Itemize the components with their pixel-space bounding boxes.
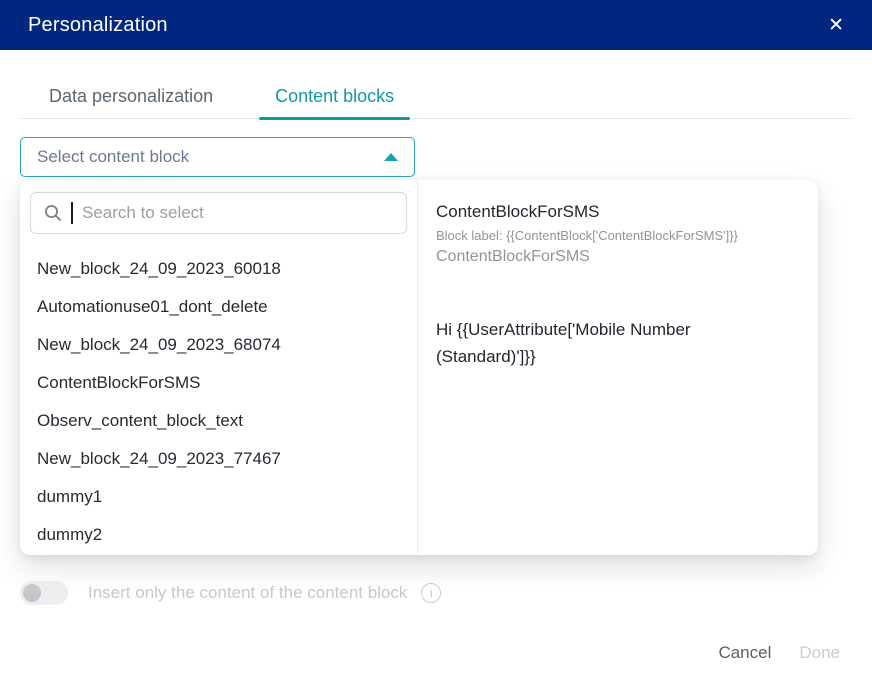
chevron-up-icon <box>384 153 398 161</box>
preview-block-label: Block label: {{ContentBlock['ContentBloc… <box>436 228 738 243</box>
tab-bar: Data personalization Content blocks <box>20 75 852 120</box>
list-item[interactable]: dummy1 <box>20 478 417 516</box>
select-placeholder: Select content block <box>37 147 190 166</box>
close-icon[interactable]: ✕ <box>828 16 844 35</box>
block-list-pane: New_block_24_09_2023_60018 Automationuse… <box>20 180 418 555</box>
list-item[interactable]: New_block_24_09_2023_60018 <box>20 250 417 288</box>
list-item[interactable]: Observ_content_block_text <box>20 402 417 440</box>
tab-content-blocks[interactable]: Content blocks <box>259 75 411 120</box>
modal-header: Personalization ✕ <box>0 0 872 50</box>
insert-content-toggle-row: Insert only the content of the content b… <box>20 581 442 605</box>
preview-title: ContentBlockForSMS <box>436 202 600 221</box>
text-cursor <box>71 202 73 224</box>
modal-title: Personalization <box>28 13 168 36</box>
list-item[interactable]: New_block_24_09_2023_77467 <box>20 440 417 478</box>
list-item[interactable]: dummy2 <box>20 516 417 554</box>
content-block-dropdown: New_block_24_09_2023_60018 Automationuse… <box>20 180 818 555</box>
cancel-button[interactable]: Cancel <box>718 643 771 663</box>
list-item[interactable]: Automationuse01_dont_delete <box>20 288 417 326</box>
content-block-select[interactable]: Select content block <box>20 137 415 177</box>
tab-data-personalization[interactable]: Data personalization <box>33 75 229 118</box>
preview-block-name: ContentBlockForSMS <box>436 247 590 265</box>
info-icon[interactable]: i <box>421 583 442 603</box>
preview-content: Hi {{UserAttribute['Mobile Number (Stand… <box>436 319 691 367</box>
search-input[interactable] <box>82 203 393 223</box>
toggle-label: Insert only the content of the content b… <box>88 583 408 602</box>
block-list: New_block_24_09_2023_60018 Automationuse… <box>20 238 417 554</box>
search-icon <box>45 205 61 221</box>
done-button[interactable]: Done <box>799 643 840 663</box>
list-item[interactable]: New_block_24_09_2023_68074 <box>20 326 417 364</box>
block-preview-pane: ContentBlockForSMS Block label: {{Conten… <box>418 180 818 555</box>
modal-footer: Cancel Done <box>718 643 840 663</box>
search-box[interactable] <box>30 192 407 234</box>
personalization-modal: Personalization ✕ Data personalization C… <box>0 0 872 688</box>
toggle-knob <box>23 584 41 602</box>
insert-content-toggle[interactable] <box>20 581 68 605</box>
list-item[interactable]: ContentBlockForSMS <box>20 364 417 402</box>
